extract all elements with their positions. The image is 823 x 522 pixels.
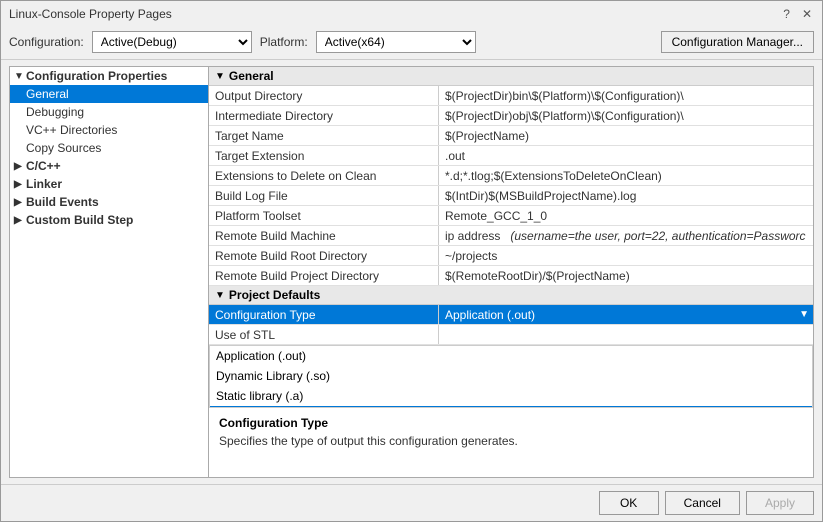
prop-value: $(IntDir)$(MSBuildProjectName).log <box>439 186 813 205</box>
prop-value <box>439 325 813 344</box>
sidebar-item-label: Copy Sources <box>26 141 101 155</box>
cancel-button[interactable]: Cancel <box>665 491 740 515</box>
prop-value: ip address (username=the user, port=22, … <box>439 226 813 245</box>
config-manager-button[interactable]: Configuration Manager... <box>661 31 814 53</box>
table-row[interactable]: Target Name $(ProjectName) <box>209 126 813 146</box>
cpp-arrow: ▶ <box>14 161 26 172</box>
tree-panel: ▼ Configuration Properties General Debug… <box>9 66 209 478</box>
prop-name: Target Name <box>209 126 439 145</box>
sidebar-item-label: Linker <box>26 177 62 191</box>
prop-value: *.d;*.tlog;$(ExtensionsToDeleteOnClean) <box>439 166 813 185</box>
general-section-header[interactable]: ▼ General <box>209 67 813 86</box>
tree-root-arrow: ▼ <box>14 71 26 82</box>
sidebar-item-label: C/C++ <box>26 159 61 173</box>
use-stl-row[interactable]: Use of STL <box>209 325 813 345</box>
prop-name: Remote Build Machine <box>209 226 439 245</box>
table-row[interactable]: Intermediate Directory $(ProjectDir)obj\… <box>209 106 813 126</box>
dropdown-option-static-lib[interactable]: Static library (.a) <box>210 386 812 406</box>
right-panel: ▼ General Output Directory $(ProjectDir)… <box>209 66 814 478</box>
platform-label: Platform: <box>260 35 308 49</box>
sidebar-item-label: Custom Build Step <box>26 213 133 227</box>
table-row[interactable]: Output Directory $(ProjectDir)bin\$(Plat… <box>209 86 813 106</box>
config-label: Configuration: <box>9 35 84 49</box>
prop-name: Build Log File <box>209 186 439 205</box>
prop-value: Remote_GCC_1_0 <box>439 206 813 225</box>
help-button[interactable]: ? <box>781 7 792 21</box>
prop-value: .out <box>439 146 813 165</box>
main-content: ▼ Configuration Properties General Debug… <box>1 60 822 484</box>
dropdown-option-dynamic-lib[interactable]: Dynamic Library (.so) <box>210 366 812 386</box>
table-row[interactable]: Extensions to Delete on Clean *.d;*.tlog… <box>209 166 813 186</box>
tree-root[interactable]: ▼ Configuration Properties <box>10 67 208 85</box>
project-defaults-section-header[interactable]: ▼ Project Defaults <box>209 286 813 305</box>
table-row[interactable]: Remote Build Machine ip address (usernam… <box>209 226 813 246</box>
bottom-buttons: OK Cancel Apply <box>1 484 822 521</box>
description-text: Specifies the type of output this config… <box>219 434 803 448</box>
property-pages-window: Linux-Console Property Pages ? ✕ Configu… <box>0 0 823 522</box>
prop-value: ~/projects <box>439 246 813 265</box>
dropdown-option-label: Dynamic Library (.so) <box>216 369 330 383</box>
project-defaults-arrow: ▼ <box>215 290 225 301</box>
table-row[interactable]: Build Log File $(IntDir)$(MSBuildProject… <box>209 186 813 206</box>
general-section-title: General <box>229 69 274 83</box>
sidebar-item-label: General <box>26 87 69 101</box>
sidebar-item-linker[interactable]: ▶ Linker <box>10 175 208 193</box>
prop-value: $(ProjectDir)obj\$(Platform)\$(Configura… <box>439 106 813 125</box>
configuration-select[interactable]: Active(Debug) <box>92 31 252 53</box>
sidebar-item-debugging[interactable]: Debugging <box>10 103 208 121</box>
dropdown-arrow-icon: ▼ <box>799 309 809 320</box>
table-row[interactable]: Remote Build Root Directory ~/projects <box>209 246 813 266</box>
table-row[interactable]: Platform Toolset Remote_GCC_1_0 <box>209 206 813 226</box>
sidebar-item-label: VC++ Directories <box>26 123 117 137</box>
table-row[interactable]: Target Extension .out <box>209 146 813 166</box>
sidebar-item-copy-sources[interactable]: Copy Sources <box>10 139 208 157</box>
prop-name: Remote Build Root Directory <box>209 246 439 265</box>
prop-name: Extensions to Delete on Clean <box>209 166 439 185</box>
prop-name: Platform Toolset <box>209 206 439 225</box>
description-panel: Configuration Type Specifies the type of… <box>209 407 813 477</box>
title-bar-controls: ? ✕ <box>781 7 814 21</box>
table-row[interactable]: Remote Build Project Directory $(RemoteR… <box>209 266 813 286</box>
tree-root-label: Configuration Properties <box>26 69 167 83</box>
ok-button[interactable]: OK <box>599 491 659 515</box>
sidebar-item-cpp[interactable]: ▶ C/C++ <box>10 157 208 175</box>
close-button[interactable]: ✕ <box>800 7 814 21</box>
prop-name: Target Extension <box>209 146 439 165</box>
toolbar: Configuration: Active(Debug) Platform: A… <box>1 25 822 60</box>
sidebar-item-vc-directories[interactable]: VC++ Directories <box>10 121 208 139</box>
dropdown-option-label: Static library (.a) <box>216 389 303 403</box>
general-arrow: ▼ <box>215 71 225 82</box>
prop-value: $(ProjectName) <box>439 126 813 145</box>
sidebar-item-general[interactable]: General <box>10 85 208 103</box>
prop-name: Intermediate Directory <box>209 106 439 125</box>
prop-name: Use of STL <box>209 325 439 344</box>
dropdown-option-label: Application (.out) <box>216 349 306 363</box>
dropdown-option-app-out-2[interactable]: Application (.out) <box>210 406 812 407</box>
config-type-row[interactable]: Configuration Type Application (.out) ▼ <box>209 305 813 325</box>
prop-name: Remote Build Project Directory <box>209 266 439 285</box>
project-defaults-section-title: Project Defaults <box>229 288 320 302</box>
prop-name: Output Directory <box>209 86 439 105</box>
apply-button[interactable]: Apply <box>746 491 814 515</box>
description-title: Configuration Type <box>219 416 803 430</box>
config-type-dropdown: Application (.out) Dynamic Library (.so)… <box>209 345 813 407</box>
prop-value: $(RemoteRootDir)/$(ProjectName) <box>439 266 813 285</box>
platform-select[interactable]: Active(x64) <box>316 31 476 53</box>
sidebar-item-label: Build Events <box>26 195 99 209</box>
sidebar-item-custom-build-step[interactable]: ▶ Custom Build Step <box>10 211 208 229</box>
build-events-arrow: ▶ <box>14 197 26 208</box>
prop-value: Application (.out) ▼ <box>439 305 813 324</box>
window-title: Linux-Console Property Pages <box>9 7 172 21</box>
linker-arrow: ▶ <box>14 179 26 190</box>
dropdown-option-app-out-1[interactable]: Application (.out) <box>210 346 812 366</box>
custom-build-arrow: ▶ <box>14 215 26 226</box>
prop-value: $(ProjectDir)bin\$(Platform)\$(Configura… <box>439 86 813 105</box>
sidebar-item-build-events[interactable]: ▶ Build Events <box>10 193 208 211</box>
properties-table: ▼ General Output Directory $(ProjectDir)… <box>209 67 813 407</box>
title-bar: Linux-Console Property Pages ? ✕ <box>1 1 822 25</box>
sidebar-item-label: Debugging <box>26 105 84 119</box>
prop-name: Configuration Type <box>209 305 439 324</box>
